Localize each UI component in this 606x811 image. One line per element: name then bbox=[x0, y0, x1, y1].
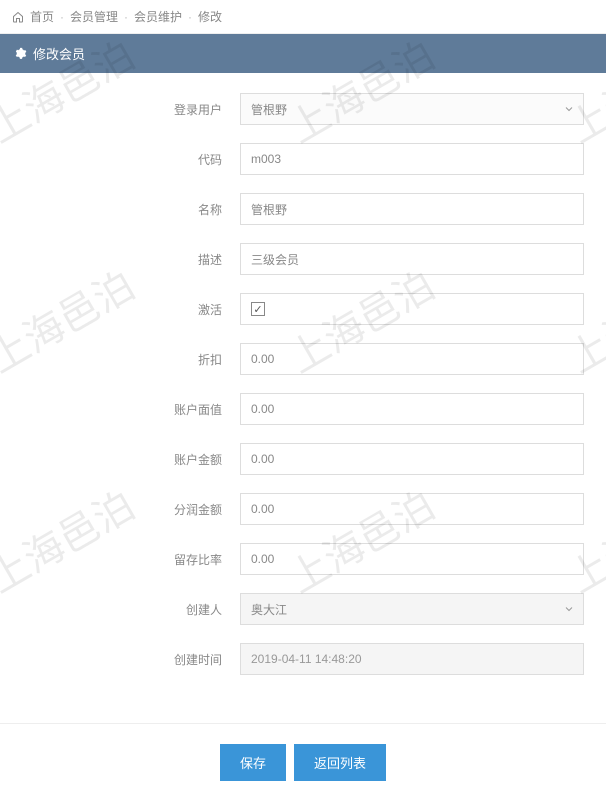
commission-amount-input[interactable] bbox=[240, 493, 584, 525]
account-face-value-input[interactable] bbox=[240, 393, 584, 425]
discount-input[interactable] bbox=[240, 343, 584, 375]
description-input[interactable] bbox=[240, 243, 584, 275]
breadcrumb-sep: · bbox=[124, 10, 128, 24]
name-input[interactable] bbox=[240, 193, 584, 225]
discount-label: 折扣 bbox=[10, 351, 240, 368]
breadcrumb-level1[interactable]: 会员管理 bbox=[70, 8, 118, 25]
save-button[interactable]: 保存 bbox=[220, 744, 286, 781]
retention-ratio-input[interactable] bbox=[240, 543, 584, 575]
home-icon bbox=[12, 11, 24, 23]
check-icon: ✓ bbox=[253, 303, 262, 316]
commission-amount-label: 分润金额 bbox=[10, 501, 240, 518]
account-face-value-label: 账户面值 bbox=[10, 401, 240, 418]
active-checkbox-wrap: ✓ bbox=[240, 293, 584, 325]
breadcrumb-sep: · bbox=[60, 10, 64, 24]
login-user-label: 登录用户 bbox=[10, 101, 240, 118]
creator-value: 奥大江 bbox=[251, 601, 287, 618]
account-amount-input[interactable] bbox=[240, 443, 584, 475]
creator-label: 创建人 bbox=[10, 601, 240, 618]
login-user-value: 管根野 bbox=[251, 101, 287, 118]
code-label: 代码 bbox=[10, 151, 240, 168]
active-checkbox[interactable]: ✓ bbox=[251, 302, 265, 316]
active-label: 激活 bbox=[10, 301, 240, 318]
chevron-down-icon bbox=[561, 601, 577, 617]
edit-member-form: 登录用户 管根野 代码 名称 描述 激活 bbox=[0, 73, 606, 703]
chevron-down-icon bbox=[561, 101, 577, 117]
retention-ratio-label: 留存比率 bbox=[10, 551, 240, 568]
breadcrumb-home[interactable]: 首页 bbox=[30, 8, 54, 25]
created-at-value: 2019-04-11 14:48:20 bbox=[240, 643, 584, 675]
breadcrumb: 首页 · 会员管理 · 会员维护 · 修改 bbox=[0, 0, 606, 34]
name-label: 名称 bbox=[10, 201, 240, 218]
panel-header: 修改会员 bbox=[0, 34, 606, 73]
created-at-label: 创建时间 bbox=[10, 651, 240, 668]
code-input[interactable] bbox=[240, 143, 584, 175]
login-user-select[interactable]: 管根野 bbox=[240, 93, 584, 125]
breadcrumb-sep: · bbox=[188, 10, 192, 24]
account-amount-label: 账户金额 bbox=[10, 451, 240, 468]
gear-icon bbox=[14, 47, 27, 60]
breadcrumb-current: 修改 bbox=[198, 8, 222, 25]
back-to-list-button[interactable]: 返回列表 bbox=[294, 744, 386, 781]
creator-select[interactable]: 奥大江 bbox=[240, 593, 584, 625]
breadcrumb-level2[interactable]: 会员维护 bbox=[134, 8, 182, 25]
panel-title: 修改会员 bbox=[33, 44, 85, 63]
description-label: 描述 bbox=[10, 251, 240, 268]
button-row: 保存 返回列表 bbox=[0, 723, 606, 811]
